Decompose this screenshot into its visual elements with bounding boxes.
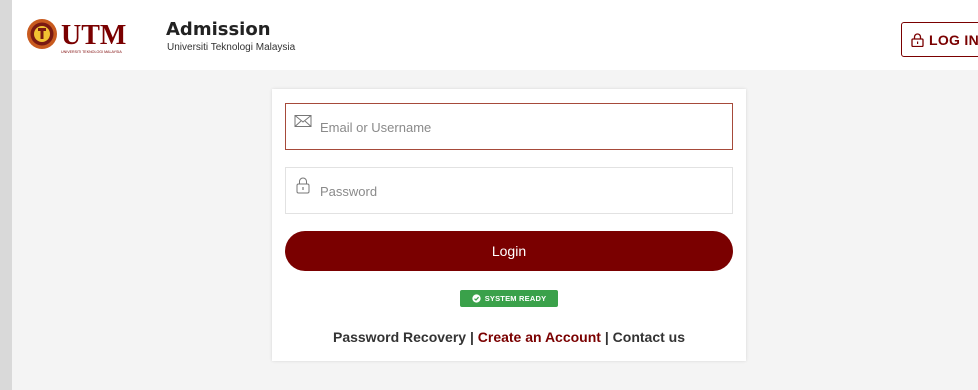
lock-icon <box>296 177 310 194</box>
envelope-icon <box>294 115 312 127</box>
contact-us-link[interactable]: Contact us <box>613 329 685 345</box>
header-login-button[interactable]: LOG IN <box>901 22 978 57</box>
password-recovery-link[interactable]: Password Recovery <box>333 329 466 345</box>
system-status-badge: SYSTEM READY <box>460 290 558 307</box>
utm-logo: UTM UNIVERSITI TEKNOLOGI MALAYSIA <box>27 19 126 54</box>
create-account-link[interactable]: Create an Account <box>478 329 601 345</box>
system-status-label: SYSTEM READY <box>484 294 547 303</box>
left-edge <box>0 0 12 390</box>
check-circle-icon <box>472 294 481 303</box>
app-title: Admission <box>166 19 271 40</box>
header: UTM UNIVERSITI TEKNOLOGI MALAYSIA Admiss… <box>12 0 978 70</box>
link-separator: | <box>469 329 474 345</box>
login-card: Login SYSTEM READY Password Recovery | C… <box>272 89 746 361</box>
email-field[interactable] <box>285 103 733 150</box>
password-field[interactable] <box>285 167 733 214</box>
password-input[interactable] <box>320 178 720 204</box>
footer-links: Password Recovery | Create an Account | … <box>272 329 746 345</box>
lock-icon <box>911 32 924 47</box>
svg-text:UTM: UTM <box>61 20 126 51</box>
app-subtitle: Universiti Teknologi Malaysia <box>167 42 296 53</box>
header-login-label: LOG IN <box>928 31 978 48</box>
login-button[interactable]: Login <box>285 231 733 271</box>
svg-text:UNIVERSITI TEKNOLOGI MALAYSIA: UNIVERSITI TEKNOLOGI MALAYSIA <box>61 50 122 54</box>
email-input[interactable] <box>320 114 720 140</box>
link-separator: | <box>604 329 609 345</box>
